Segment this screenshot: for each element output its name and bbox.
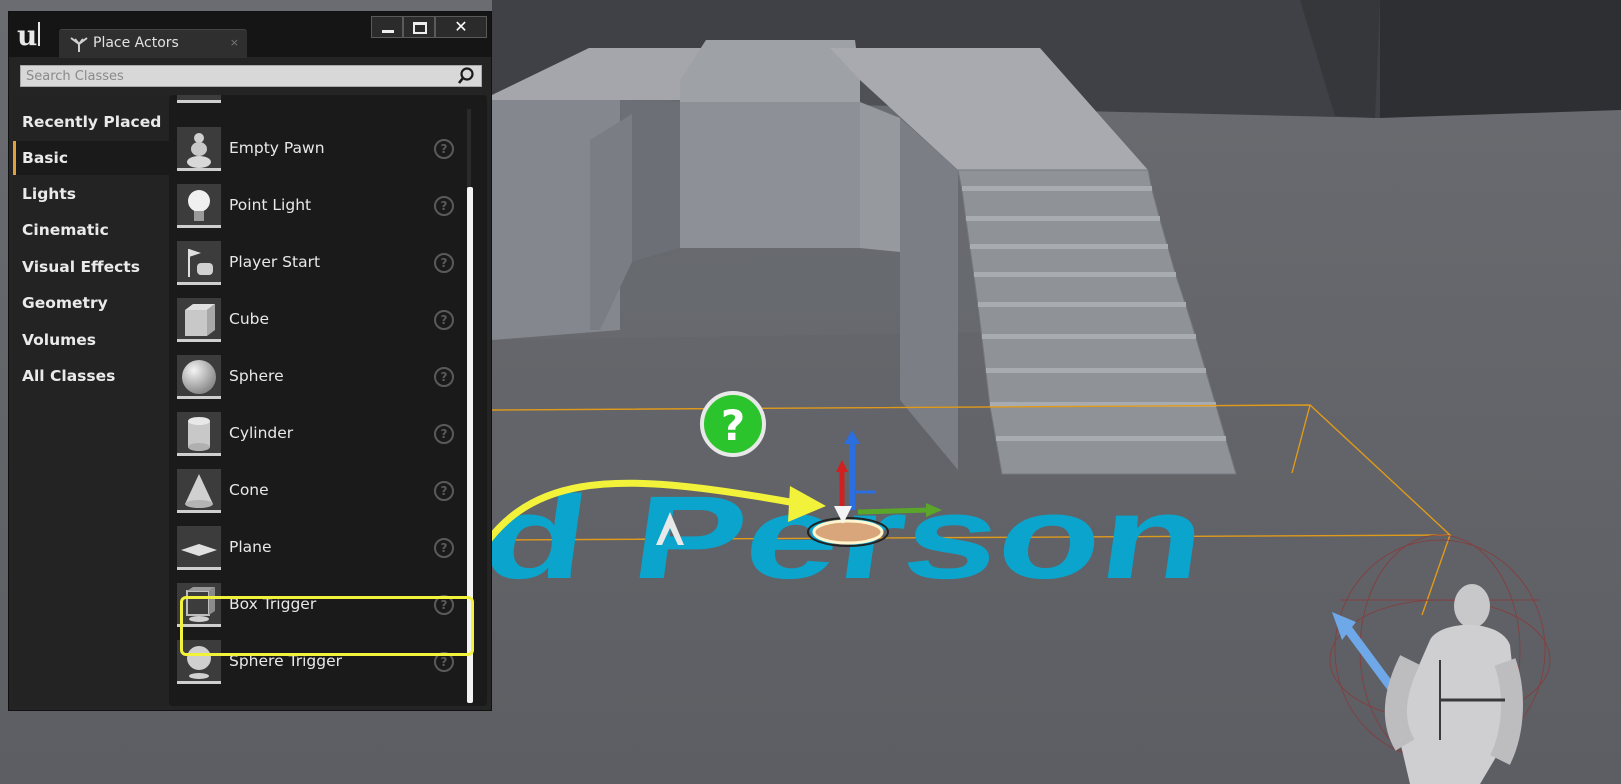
close-icon: ✕ [454, 17, 468, 36]
cube-icon [185, 304, 215, 336]
list-item-cone[interactable]: Cone ? [169, 465, 459, 521]
minimize-button[interactable] [371, 16, 403, 38]
category-recently-placed[interactable]: Recently Placed [13, 105, 169, 139]
category-lights[interactable]: Lights [13, 177, 169, 211]
tab-label: Place Actors [93, 35, 179, 51]
cone-icon [185, 474, 213, 508]
player-start-icon [188, 249, 213, 277]
panel-title-bar[interactable]: u Place Actors × ✕ [9, 12, 491, 58]
list-item-plane[interactable]: Plane ? [169, 522, 459, 578]
help-icon[interactable]: ? [434, 538, 454, 558]
help-icon[interactable]: ? [434, 253, 454, 273]
box-trigger-highlight [180, 596, 474, 656]
place-actors-panel: u Place Actors × ✕ Recently Placed Basic… [8, 11, 492, 711]
actor-help-sprite[interactable]: ? [700, 391, 766, 457]
help-icon[interactable]: ? [434, 139, 454, 159]
actor-label: Empty Pawn [229, 139, 325, 157]
plane-icon [181, 544, 217, 556]
category-cinematic[interactable]: Cinematic [13, 213, 169, 247]
maximize-button[interactable] [403, 16, 435, 38]
category-list: Recently Placed Basic Lights Cinematic V… [13, 95, 172, 706]
actor-thumbnail [177, 95, 221, 103]
actor-label: Plane [229, 538, 272, 556]
actor-label: Point Light [229, 196, 312, 214]
list-item-player-start[interactable]: Player Start ? [169, 237, 459, 293]
category-geometry[interactable]: Geometry [13, 286, 169, 320]
close-button[interactable]: ✕ [435, 16, 487, 38]
category-all-classes[interactable]: All Classes [13, 359, 169, 393]
help-icon[interactable]: ? [434, 310, 454, 330]
search-icon[interactable] [457, 67, 475, 85]
pawn-icon [187, 133, 211, 168]
list-item-partial[interactable] [169, 95, 459, 111]
help-icon[interactable]: ? [434, 367, 454, 387]
list-item-cylinder[interactable]: Cylinder ? [169, 408, 459, 464]
category-visual-effects[interactable]: Visual Effects [13, 250, 169, 284]
actor-label: Cylinder [229, 424, 294, 442]
actor-label: Cube [229, 310, 270, 328]
svg-text:u: u [17, 19, 37, 52]
help-icon[interactable]: ? [434, 196, 454, 216]
search-input[interactable] [26, 68, 446, 84]
search-bar [20, 65, 482, 87]
unreal-logo-icon: u [17, 19, 40, 52]
light-bulb-icon [188, 190, 210, 221]
category-volumes[interactable]: Volumes [13, 323, 169, 357]
category-basic[interactable]: Basic [13, 141, 172, 175]
place-actors-icon [70, 37, 88, 52]
help-icon[interactable]: ? [434, 481, 454, 501]
help-icon[interactable]: ? [434, 424, 454, 444]
actor-label: Player Start [229, 253, 321, 271]
list-item-point-light[interactable]: Point Light ? [169, 180, 459, 236]
cylinder-icon [188, 417, 210, 451]
tab-place-actors[interactable]: Place Actors × [59, 29, 247, 58]
list-item-cube[interactable]: Cube ? [169, 294, 459, 350]
tab-close-icon[interactable]: × [230, 36, 239, 49]
list-item-empty-pawn[interactable]: Empty Pawn ? [169, 123, 459, 179]
svg-text:?: ? [721, 401, 745, 450]
actor-label: Sphere [229, 367, 284, 385]
actor-label: Cone [229, 481, 269, 499]
sphere-icon [182, 360, 216, 394]
list-item-sphere[interactable]: Sphere ? [169, 351, 459, 407]
